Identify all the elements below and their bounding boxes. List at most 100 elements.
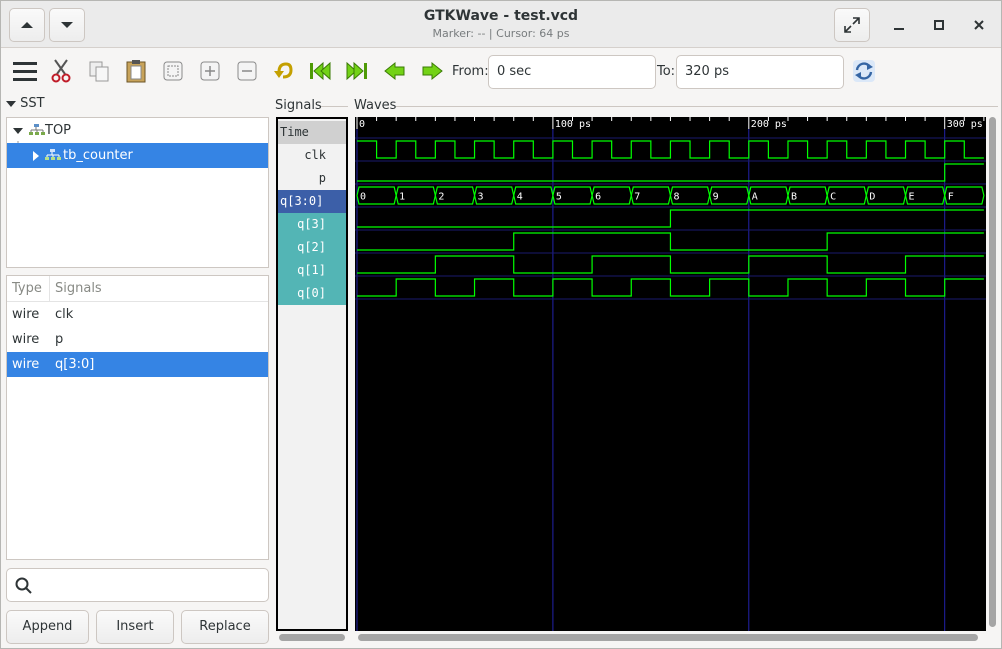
- window-title: GTKWave - test.vcd: [423, 8, 579, 24]
- minimize-icon: [894, 28, 904, 30]
- signal-name-row[interactable]: clk: [278, 144, 346, 167]
- toolbar: From: 0 sec To: 320 ps: [1, 49, 1001, 95]
- bus-value-label: A: [752, 192, 758, 203]
- signal-name-row[interactable]: q[1]: [278, 259, 346, 282]
- undo-icon: [274, 62, 293, 79]
- signal-type: wire: [12, 307, 40, 322]
- tree-item-tb-counter[interactable]: tb_counter: [7, 143, 268, 168]
- expander-down-icon: [6, 100, 16, 107]
- bus-value-label: 3: [478, 192, 484, 203]
- zoom-fit-icon: [163, 61, 183, 81]
- clipboard-icon: [126, 60, 146, 83]
- close-icon: [974, 20, 984, 30]
- shift-right-button[interactable]: [418, 57, 446, 85]
- signals-pane: Time clk p q[3:0] q[3] q[2] q[1] q[0]: [276, 117, 348, 631]
- to-time-field[interactable]: 320 ps: [676, 55, 844, 89]
- replace-button[interactable]: Replace: [181, 610, 269, 644]
- scroll-down-button[interactable]: [49, 8, 85, 42]
- time-label: Time: [278, 121, 346, 144]
- signal-row-clk[interactable]: wire clk: [7, 302, 268, 327]
- from-label: From:: [452, 64, 489, 79]
- time-tick-label: 300 ps: [947, 119, 983, 130]
- expander-right-icon: [33, 151, 39, 161]
- column-header-signals[interactable]: Signals: [50, 276, 268, 302]
- bus-value-label: E: [909, 192, 915, 203]
- waves-vscrollbar[interactable]: [987, 117, 998, 631]
- triangle-down-icon: [61, 22, 73, 28]
- zoom-in-icon: [200, 61, 220, 81]
- gtkwave-window: GTKWave - test.vcd Marker: -- | Cursor: …: [0, 0, 1002, 649]
- q2-waveform: [357, 232, 984, 251]
- bus-value-label: 0: [360, 192, 366, 203]
- scrollbar-thumb[interactable]: [989, 117, 996, 627]
- sst-header[interactable]: SST: [6, 96, 45, 111]
- sst-label: SST: [20, 96, 45, 111]
- bus-value-label: 1: [399, 192, 405, 203]
- cut-button[interactable]: [47, 57, 75, 85]
- shift-left-button[interactable]: [381, 57, 409, 85]
- scissors-icon: [51, 59, 71, 83]
- bus-value-label: 9: [713, 192, 719, 203]
- clk-waveform: [357, 140, 984, 159]
- tree-item-top[interactable]: TOP: [7, 118, 268, 143]
- zoom-out-button[interactable]: [233, 57, 261, 85]
- q1-waveform: [357, 255, 984, 274]
- p-waveform: [357, 163, 984, 182]
- goto-end-button[interactable]: [343, 57, 371, 85]
- fullscreen-icon: [844, 17, 860, 33]
- bus-value-label: C: [830, 192, 836, 203]
- bus-value-label: 7: [634, 192, 640, 203]
- signal-name-row[interactable]: q[3:0]: [278, 190, 346, 213]
- scroll-up-button[interactable]: [9, 8, 45, 42]
- maximize-button[interactable]: [927, 13, 951, 37]
- signal-row-p[interactable]: wire p: [7, 327, 268, 352]
- signal-row-q[interactable]: wire q[3:0]: [7, 352, 268, 377]
- waveform-canvas[interactable]: 0 100 ps 200 ps 300 ps 0 1 2 3 4 5 6 7 8 9 A B C D E F: [355, 117, 986, 631]
- signal-type-list: Type Signals wire clk wire p wire q[3:0]: [6, 275, 269, 560]
- zoom-fit-button[interactable]: [159, 57, 187, 85]
- bus-value-label: 5: [556, 192, 562, 203]
- tree-item-label: TOP: [45, 123, 72, 138]
- signal-name-row[interactable]: q[3]: [278, 213, 346, 236]
- signal-name-row[interactable]: q[2]: [278, 236, 346, 259]
- signal-search-field[interactable]: [6, 568, 269, 602]
- signal-name-row[interactable]: q[0]: [278, 282, 346, 305]
- signal-name: q[3:0]: [55, 357, 95, 372]
- menu-button[interactable]: [11, 57, 39, 85]
- arrow-right-icon: [422, 61, 443, 81]
- time-tick-label: 100 ps: [555, 119, 591, 130]
- close-button[interactable]: [967, 13, 991, 37]
- undo-zoom-button[interactable]: [269, 57, 297, 85]
- minimize-button[interactable]: [887, 13, 911, 37]
- search-icon: [15, 577, 32, 594]
- bus-value-label: 8: [673, 192, 679, 203]
- hierarchy-icon: [45, 149, 61, 160]
- signal-type: wire: [12, 357, 40, 372]
- skip-start-icon: [310, 61, 331, 81]
- column-header-type[interactable]: Type: [7, 276, 50, 302]
- fullscreen-button[interactable]: [834, 8, 870, 42]
- reload-icon: [853, 60, 875, 82]
- copy-button[interactable]: [85, 57, 113, 85]
- window-subtitle: Marker: -- | Cursor: 64 ps: [432, 27, 570, 40]
- goto-start-button[interactable]: [306, 57, 334, 85]
- arrow-left-icon: [384, 61, 405, 81]
- bus-value-label: 4: [517, 192, 523, 203]
- skip-end-icon: [346, 61, 367, 81]
- zoom-in-button[interactable]: [196, 57, 224, 85]
- waves-hscrollbar[interactable]: [358, 634, 978, 641]
- signal-name-row[interactable]: p: [278, 167, 346, 190]
- signal-name: clk: [55, 307, 74, 322]
- reload-button[interactable]: [850, 57, 878, 85]
- bus-value-label: F: [948, 192, 954, 203]
- insert-button[interactable]: Insert: [96, 610, 174, 644]
- append-button[interactable]: Append: [6, 610, 89, 644]
- from-time-field[interactable]: 0 sec: [488, 55, 656, 89]
- frame-line: [396, 106, 998, 107]
- tree-item-label: tb_counter: [63, 148, 133, 163]
- signals-pane-header: Signals: [275, 98, 322, 113]
- q3-waveform: [357, 209, 984, 228]
- signals-hscrollbar[interactable]: [279, 634, 345, 641]
- paste-button[interactable]: [122, 57, 150, 85]
- copy-icon: [89, 61, 109, 82]
